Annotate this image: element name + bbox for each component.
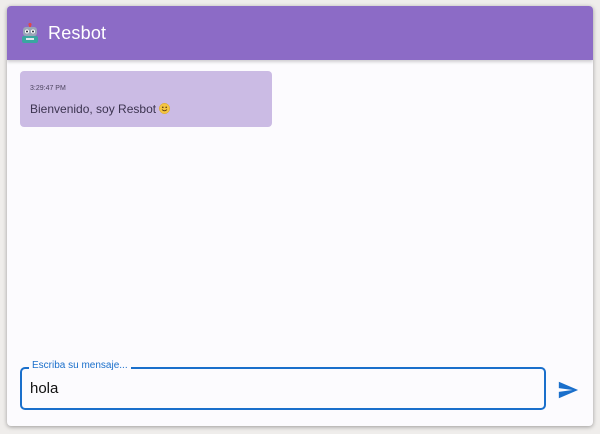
message-field-label: Escriba su mensaje... <box>29 360 131 371</box>
message-list: 3:29:47 PM Bienvenido, soy Resbot <box>7 60 593 356</box>
send-button[interactable] <box>557 379 579 401</box>
app-title: Resbot <box>48 22 107 43</box>
robot-icon <box>21 22 39 43</box>
message-field[interactable]: Escriba su mensaje... <box>20 360 546 410</box>
message-text-line: Bienvenido, soy Resbot <box>30 102 171 116</box>
message-timestamp: 3:29:47 PM <box>30 85 66 92</box>
smiling-face-icon <box>159 103 171 114</box>
bot-message-bubble: 3:29:47 PM Bienvenido, soy Resbot <box>20 71 272 127</box>
message-text: Bienvenido, soy Resbot <box>30 102 157 116</box>
app-bar: Resbot <box>7 6 593 60</box>
chat-window: Resbot 3:29:47 PM Bienvenido, soy Resbot… <box>7 6 593 426</box>
send-icon <box>557 381 579 404</box>
message-input[interactable] <box>30 377 530 399</box>
